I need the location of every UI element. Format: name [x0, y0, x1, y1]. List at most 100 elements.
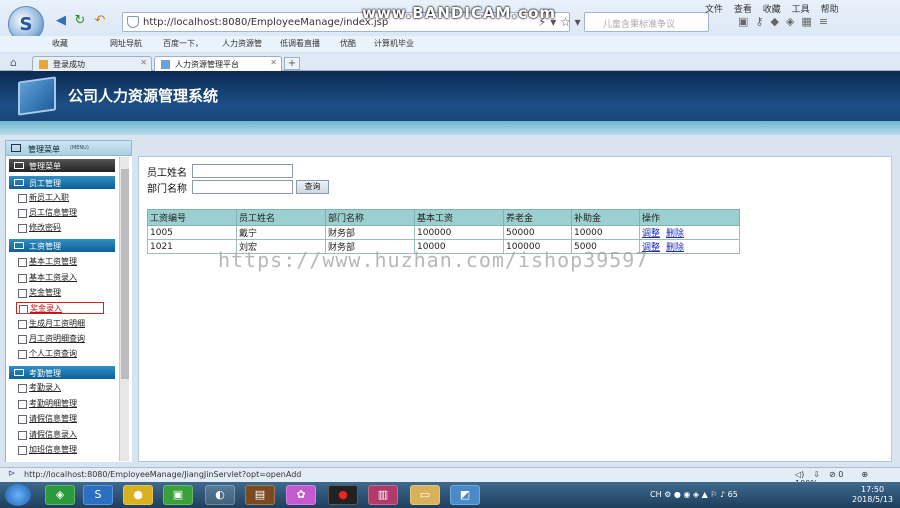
- sidebar-item-employee-info[interactable]: 员工信息管理: [16, 207, 77, 219]
- sidebar-item-leave-entry[interactable]: 请假信息录入: [16, 429, 77, 441]
- bookmark-hr[interactable]: 人力资源管: [222, 38, 262, 49]
- address-actions[interactable]: ⚡ ▾ ☆ ▾: [538, 15, 581, 29]
- tray-badge[interactable]: 65: [728, 490, 738, 499]
- shield-icon[interactable]: ◈: [786, 15, 794, 28]
- browser-menu: 文件 查看 收藏 工具 帮助: [705, 2, 847, 15]
- browser-titlebar: S ◀ ↻ ↶ http://localhost:8080/EmployeeMa…: [0, 0, 900, 42]
- search-box[interactable]: 儿童含果标准争议: [584, 12, 709, 32]
- page-favicon-icon: [161, 60, 170, 69]
- download-icon[interactable]: ⇩: [813, 470, 820, 479]
- cell-subsidy: 10000: [571, 225, 640, 240]
- menu-header-icon: [11, 144, 21, 152]
- taskbar-iqiyi-icon[interactable]: ▣: [163, 485, 193, 505]
- taskbar-app-icon[interactable]: ◐: [205, 485, 235, 505]
- taskbar-app-icon[interactable]: ◈: [45, 485, 75, 505]
- menu-favorites[interactable]: 收藏: [763, 5, 781, 15]
- sidebar-item-base-salary[interactable]: 基本工资管理: [16, 256, 77, 268]
- header-subsidy: 补助金: [571, 209, 640, 226]
- clock-date: 2018/5/13: [852, 495, 894, 504]
- close-icon[interactable]: ✕: [140, 58, 147, 67]
- employee-name-input[interactable]: [192, 164, 293, 178]
- menu-tools[interactable]: 工具: [792, 5, 810, 15]
- sidebar-item-bonus-entry[interactable]: 奖金录入: [16, 302, 104, 314]
- address-text: http://localhost:8080/EmployeeManage/ind…: [143, 17, 389, 28]
- taskbar-app-icon[interactable]: ▥: [368, 485, 398, 505]
- taskbar-app-icon[interactable]: ◩: [450, 485, 480, 505]
- sidebar-item-personal-salary[interactable]: 个人工资查询: [16, 348, 77, 360]
- sidebar-item-monthly-detail-generate[interactable]: 生成月工资明细: [16, 318, 85, 330]
- doc-icon[interactable]: ▣: [738, 15, 748, 28]
- bookmark-youku[interactable]: 优酷: [340, 38, 356, 49]
- taskbar-app-icon[interactable]: ✿: [286, 485, 316, 505]
- sidebar-scrollbar[interactable]: [119, 157, 129, 461]
- sidebar-toggle-icon[interactable]: ⊳: [8, 469, 16, 479]
- tab-login-success[interactable]: 登录成功 ✕: [32, 56, 152, 71]
- header-actions: 操作: [639, 209, 740, 226]
- department-label: 部门名称: [147, 184, 187, 195]
- cell-employee-name: 戴宁: [236, 225, 326, 240]
- block-icon[interactable]: ⊘ 0: [829, 470, 852, 479]
- sidebar-top-section-label: 管理菜单: [29, 162, 61, 171]
- delete-link[interactable]: 删除: [666, 229, 684, 239]
- language-indicator[interactable]: CH: [650, 490, 662, 499]
- menu-view[interactable]: 查看: [734, 5, 752, 15]
- tab-hr-platform[interactable]: 人力资源管理平台 ✕: [154, 56, 282, 71]
- sidebar-item-attendance-detail[interactable]: 考勤明细管理: [16, 398, 77, 410]
- sidebar-item-bonus[interactable]: 奖金管理: [16, 287, 61, 299]
- taskbar-app-icon[interactable]: ▤: [245, 485, 275, 505]
- back-icon[interactable]: ◀: [54, 14, 68, 28]
- main-content: 员工姓名 部门名称 查询 工资编号 员工姓名 部门名称 基本工资 养老金 补助金…: [138, 156, 892, 462]
- sidebar-item-overtime[interactable]: 加班信息管理: [16, 444, 77, 456]
- adjust-link[interactable]: 调整: [642, 229, 660, 239]
- delete-link[interactable]: 删除: [666, 243, 684, 253]
- scrollbar-thumb[interactable]: [121, 169, 129, 379]
- cell-department: 财务部: [325, 225, 415, 240]
- undo-icon[interactable]: ↶: [93, 14, 107, 28]
- bookmark-favorites[interactable]: 收藏: [52, 38, 68, 49]
- menu-icon[interactable]: ≡: [819, 15, 828, 28]
- section-title: 员工管理: [29, 179, 61, 188]
- menu-file[interactable]: 文件: [705, 5, 723, 15]
- grid-icon[interactable]: ▦: [801, 15, 811, 28]
- sidebar-item-leave-info[interactable]: 请假信息管理: [16, 413, 77, 425]
- tab-label: 人力资源管理平台: [175, 60, 239, 69]
- header-pension: 养老金: [503, 209, 572, 226]
- new-tab-button[interactable]: +: [284, 57, 300, 70]
- home-icon[interactable]: ⌂: [10, 56, 17, 69]
- sidebar-section-salary[interactable]: 工资管理: [9, 239, 115, 252]
- bookmark-baidu[interactable]: 百度一下，: [163, 38, 203, 49]
- clock[interactable]: 17:50 2018/5/13: [852, 485, 893, 505]
- query-button[interactable]: 查询: [296, 180, 329, 194]
- sidebar-item-new-employee[interactable]: 新员工入职: [16, 192, 69, 204]
- taskbar-app-icon[interactable]: ●: [123, 485, 153, 505]
- menu-help[interactable]: 帮助: [821, 5, 839, 15]
- start-button[interactable]: [5, 484, 31, 506]
- taskbar-record-icon[interactable]: ●: [328, 485, 358, 505]
- banner-stripe: [0, 121, 900, 135]
- speaker-icon[interactable]: ◁): [795, 470, 804, 479]
- sidebar-item-monthly-detail-query[interactable]: 月工资明细查询: [16, 333, 85, 345]
- header-employee-name: 员工姓名: [236, 209, 326, 226]
- employee-name-label: 员工姓名: [147, 168, 187, 179]
- key-icon[interactable]: ⚷: [755, 15, 763, 28]
- sidebar-item-base-salary-entry[interactable]: 基本工资录入: [16, 272, 77, 284]
- header-salary-id: 工资编号: [147, 209, 237, 226]
- sidebar-section-attendance[interactable]: 考勤管理: [9, 366, 115, 379]
- bookmark-nav[interactable]: 网址导航: [110, 38, 142, 49]
- refresh-icon[interactable]: ↻: [73, 14, 87, 28]
- tag-icon[interactable]: ◆: [770, 15, 778, 28]
- header-base-salary: 基本工资: [414, 209, 504, 226]
- sidebar-top-section[interactable]: 管理菜单: [9, 159, 115, 172]
- bookmark-graduation[interactable]: 计算机毕业: [374, 38, 414, 49]
- taskbar-browser-icon[interactable]: S: [83, 485, 113, 505]
- taskbar-folder-icon[interactable]: ▭: [410, 485, 440, 505]
- sidebar-item-attendance-entry[interactable]: 考勤录入: [16, 382, 61, 394]
- shield-icon: [127, 16, 139, 28]
- close-icon[interactable]: ✕: [270, 58, 277, 67]
- bookmark-live[interactable]: 低调看直播: [280, 38, 320, 49]
- department-input[interactable]: [192, 180, 293, 194]
- bandicam-watermark: www.BANDICAM.com: [362, 4, 557, 22]
- sidebar-section-employee[interactable]: 员工管理: [9, 176, 115, 189]
- sidebar-item-change-password[interactable]: 修改密码: [16, 222, 61, 234]
- tray-icons[interactable]: ⚙ ● ◉ ◈ ▲ ⚐ ♪: [664, 490, 728, 499]
